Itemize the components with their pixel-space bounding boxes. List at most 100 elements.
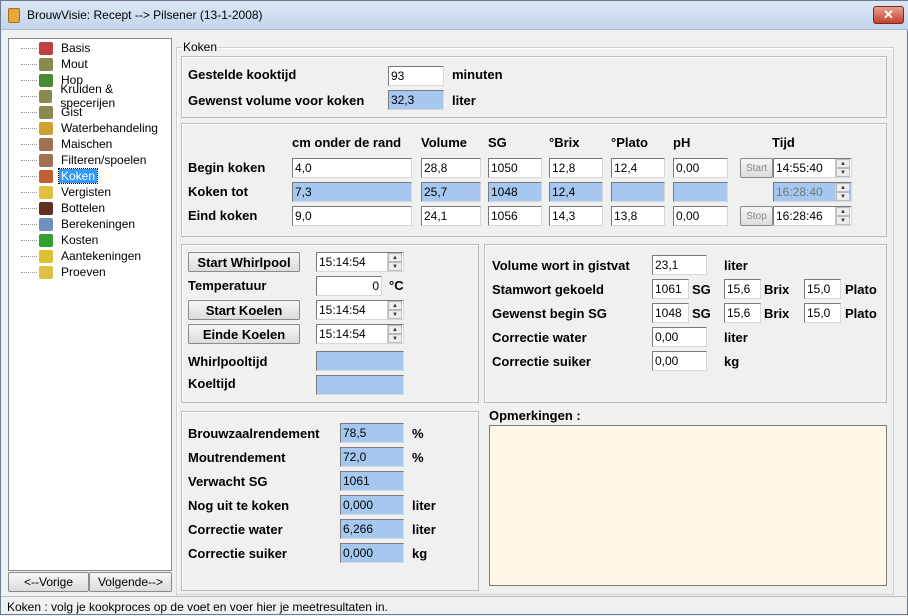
gewenst-plato-input[interactable]: 15,0 [804,303,841,323]
gewenst-brix-input[interactable]: 15,6 [724,303,761,323]
correctie-water-input[interactable]: 0,00 [652,327,707,347]
tree-item-mout[interactable]: Mout [9,56,90,72]
measurement-field [673,182,728,202]
brix-unit: Brix [764,282,790,297]
group-title: Koken [182,40,219,54]
close-button[interactable]: ✕ [873,6,904,24]
tree-item-bottelen[interactable]: Bottelen [9,200,107,216]
row-label: Eind koken [188,208,258,223]
tree-item-label: Aantekeningen [61,249,142,263]
calendar-icon [39,41,53,55]
tree-item-koken[interactable]: Koken [9,168,99,184]
tree-item-aantekeningen[interactable]: Aantekeningen [9,248,143,264]
result-unit: liter [412,522,436,537]
column-header: Volume [421,135,467,150]
tree-item-kruiden-specerijen[interactable]: Kruiden & specerijen [9,82,171,110]
next-button[interactable]: Volgende--> [89,572,172,592]
kettle-icon [39,169,53,183]
column-header: cm onder de rand [292,135,402,150]
tree-connector [21,175,37,177]
status-bar: Koken : volg je kookproces op de voet en… [1,596,908,616]
plato-unit: Plato [845,282,877,297]
measurement-field[interactable]: 12,8 [549,158,603,178]
start-whirlpool-button[interactable]: Start Whirlpool [188,252,300,272]
tree-connector [21,63,37,65]
koeltijd-field [316,375,404,395]
time-spinner[interactable]: ▲ ▼ [835,207,850,225]
measurement-field[interactable]: 1050 [488,158,542,178]
measurement-field[interactable]: 9,0 [292,206,412,226]
tree-connector [21,207,37,209]
kooktijd-input[interactable]: 93 [388,66,444,86]
result-unit: % [412,426,424,441]
measurement-field[interactable]: 24,1 [421,206,481,226]
result-unit: kg [412,546,428,561]
kooktijd-unit: minuten [452,67,503,82]
measurement-field[interactable]: 12,4 [611,158,665,178]
measurement-field[interactable]: 0,00 [673,158,728,178]
time-spinner[interactable]: ▲ ▼ [835,159,850,177]
tree-item-gist[interactable]: Gist [9,104,84,120]
tree-item-basis[interactable]: Basis [9,40,92,56]
tree-item-kosten[interactable]: Kosten [9,232,100,248]
time-spinner[interactable]: ▲ ▼ [387,253,402,271]
tree-item-proeven[interactable]: Proeven [9,264,108,280]
einde-koelen-button[interactable]: Einde Koelen [188,324,300,344]
measurement-field[interactable]: 14,3 [549,206,603,226]
volume-gistvat-unit: liter [724,258,748,273]
gewenst-sg-label: Gewenst begin SG [492,306,607,321]
tree-connector [21,127,37,129]
stamwort-plato-input[interactable]: 15,0 [804,279,841,299]
measurement-field[interactable]: 1056 [488,206,542,226]
tree-item-filteren-spoelen[interactable]: Filteren/spoelen [9,152,148,168]
correctie-water-unit: liter [724,330,748,345]
tree-item-maischen[interactable]: Maischen [9,136,114,152]
stamwort-sg-input[interactable]: 1061 [652,279,689,299]
tree-item-vergisten[interactable]: Vergisten [9,184,113,200]
time-spinner[interactable]: ▲ ▼ [387,301,402,319]
tree-item-label: Bottelen [61,201,106,215]
brix-unit: Brix [764,306,790,321]
tree-item-label: Gist [61,105,83,119]
measurement-field[interactable]: 13,8 [611,206,665,226]
tree-item-berekeningen[interactable]: Berekeningen [9,216,137,232]
result-field: 6,266 [340,519,404,539]
window-title: BrouwVisie: Recept --> Pilsener (13-1-20… [27,8,263,22]
kooktijd-label: Gestelde kooktijd [188,67,297,82]
beer-glass-icon [39,185,53,199]
result-label: Verwacht SG [188,474,268,489]
start-koelen-button[interactable]: Start Koelen [188,300,300,320]
measurement-field[interactable]: 4,0 [292,158,412,178]
result-label: Correctie suiker [188,546,287,561]
row-label: Begin koken [188,160,266,175]
plato-unit: Plato [845,306,877,321]
gewenst-sg-input[interactable]: 1048 [652,303,689,323]
tree-connector [21,191,37,193]
measurement-field [611,182,665,202]
volume-gistvat-input[interactable]: 23,1 [652,255,707,275]
tree-item-waterbehandeling[interactable]: Waterbehandeling [9,120,160,136]
spice-sack-icon [38,89,53,103]
correctie-suiker-input[interactable]: 0,00 [652,351,707,371]
bottle-icon [39,201,53,215]
stop-button[interactable]: Stop [740,206,773,226]
measurement-field[interactable]: 0,00 [673,206,728,226]
correctie-water-label: Correctie water [492,330,587,345]
measurement-field[interactable]: 28,8 [421,158,481,178]
previous-button[interactable]: <--Vorige [8,572,89,592]
navigation-tree[interactable]: Basis Mout Hop Kruiden & specerijen Gist Wate… [8,38,172,571]
temperatuur-unit: °C [389,278,404,293]
opmerkingen-textarea[interactable] [489,425,887,586]
whirlpooltijd-field [316,351,404,371]
temperatuur-input[interactable]: 0 [316,276,382,296]
column-header: Tijd [772,135,795,150]
start-button[interactable]: Start [740,158,773,178]
water-jug-icon [39,121,53,135]
stamwort-brix-input[interactable]: 15,6 [724,279,761,299]
tree-connector [21,111,37,113]
beer-mug-icon [8,8,20,23]
result-label: Nog uit te koken [188,498,290,513]
time-spinner[interactable]: ▲ ▼ [387,325,402,343]
tree-item-label: Proeven [61,265,106,279]
time-spinner[interactable]: ▲ ▼ [835,183,850,201]
